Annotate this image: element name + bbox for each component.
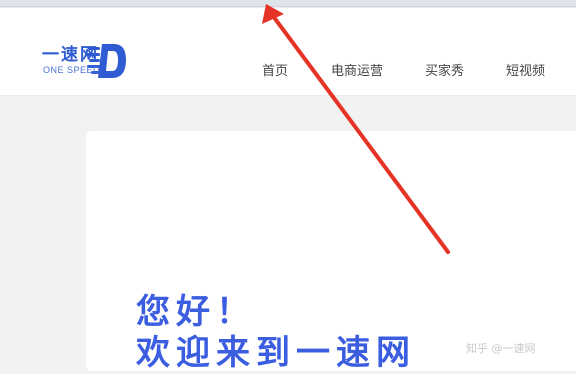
red-arrow-annotation bbox=[262, 4, 450, 254]
